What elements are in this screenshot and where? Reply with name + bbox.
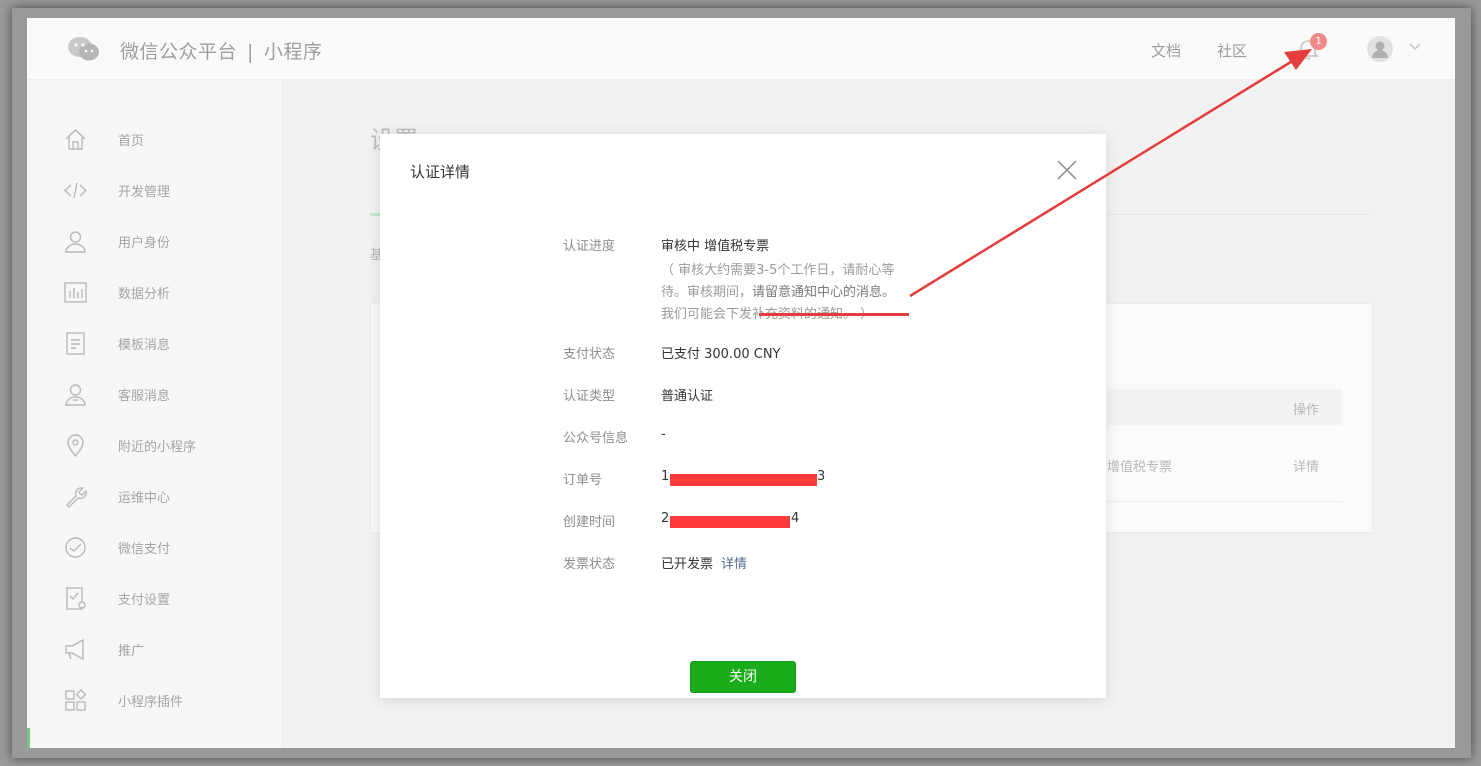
invoice-status: 已开发票 详情 — [661, 553, 747, 572]
progress-note: （ 审核大约需要3-5个工作日，请耐心等 待。审核期间，请留意通知中心的消息。 … — [661, 260, 916, 326]
progress-note-line1: （ 审核大约需要3-5个工作日，请耐心等 — [661, 263, 895, 278]
wechat-logo-icon — [68, 37, 99, 61]
account-value: - — [661, 427, 666, 442]
created-prefix: 2 — [661, 511, 670, 526]
close-button[interactable]: 关闭 — [690, 661, 796, 693]
user-avatar-icon — [1372, 41, 1388, 58]
created-redaction — [670, 516, 790, 528]
progress-note-line2a: 待。审核期间， — [661, 285, 753, 300]
type-value: 普通认证 — [661, 389, 714, 404]
annotation-underline — [759, 313, 909, 316]
invoice-label: 发票状态 — [563, 557, 616, 572]
nav-docs-link[interactable]: 文档 — [1151, 40, 1181, 61]
brand-separator: | — [247, 41, 254, 63]
invoice-value: 已开发票 — [661, 557, 714, 572]
progress-value: 审核中 增值税专票 — [661, 239, 770, 254]
avatar[interactable] — [1367, 36, 1393, 62]
account-label: 公众号信息 — [563, 431, 629, 446]
progress-label: 认证进度 — [563, 239, 616, 254]
progress-note-line2: 待。审核期间，请留意通知中心的消息。 — [661, 282, 916, 304]
progress-note-highlight: 请留意通知中心的消息。 — [752, 285, 896, 300]
nav-community-link[interactable]: 社区 — [1217, 40, 1247, 61]
chevron-down-icon[interactable] — [1409, 43, 1421, 51]
payment-label: 支付状态 — [563, 347, 616, 362]
invoice-detail-link[interactable]: 详情 — [721, 557, 747, 572]
order-suffix: 3 — [817, 469, 826, 484]
notification-badge: 1 — [1310, 33, 1327, 50]
created-suffix: 4 — [791, 511, 800, 526]
top-bar: 微信公众平台 | 小程序 文档 社区 1 — [27, 18, 1455, 80]
order-redaction — [670, 474, 817, 486]
type-label: 认证类型 — [563, 389, 616, 404]
close-icon[interactable] — [1056, 159, 1078, 181]
order-prefix: 1 — [661, 469, 670, 484]
order-label: 订单号 — [563, 473, 603, 488]
payment-value: 已支付 300.00 CNY — [661, 347, 781, 362]
created-label: 创建时间 — [563, 515, 616, 530]
certification-details-dialog: 认证详情 认证进度 审核中 增值税专票 （ 审核大约需要3-5个工作日，请耐心等… — [380, 134, 1106, 698]
platform-brand: 微信公众平台 | 小程序 — [120, 37, 322, 64]
dialog-title: 认证详情 — [410, 163, 471, 181]
brand-sub: 小程序 — [263, 41, 323, 63]
brand-main: 微信公众平台 — [120, 41, 238, 63]
app-window: 微信公众平台 | 小程序 文档 社区 1 首页 开发管理 用户身份 数据分析 模… — [27, 18, 1455, 748]
